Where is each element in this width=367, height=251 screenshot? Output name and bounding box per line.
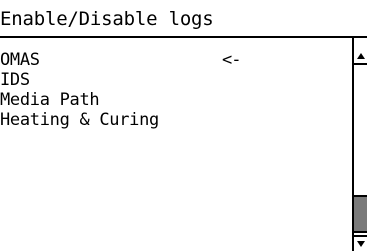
vertical-scrollbar[interactable] bbox=[352, 38, 367, 251]
list-item-omas[interactable]: OMAS bbox=[0, 50, 40, 70]
scroll-down-button[interactable] bbox=[354, 235, 367, 251]
list-item-media-path[interactable]: Media Path bbox=[0, 90, 100, 110]
page-title: Enable/Disable logs bbox=[0, 8, 214, 30]
log-list: OMAS <- IDS Media Path Heating & Curing bbox=[0, 38, 352, 251]
scroll-up-button[interactable] bbox=[354, 49, 367, 65]
selected-marker: <- bbox=[222, 50, 242, 70]
triangle-down-icon bbox=[356, 241, 365, 247]
title-bar: Enable/Disable logs bbox=[0, 0, 367, 38]
log-settings-screen: Enable/Disable logs OMAS <- IDS Media Pa… bbox=[0, 0, 367, 251]
scroll-thumb[interactable] bbox=[354, 195, 367, 233]
list-item-heating-curing[interactable]: Heating & Curing bbox=[0, 110, 159, 130]
triangle-up-icon bbox=[356, 53, 365, 59]
list-item-ids[interactable]: IDS bbox=[0, 70, 30, 90]
